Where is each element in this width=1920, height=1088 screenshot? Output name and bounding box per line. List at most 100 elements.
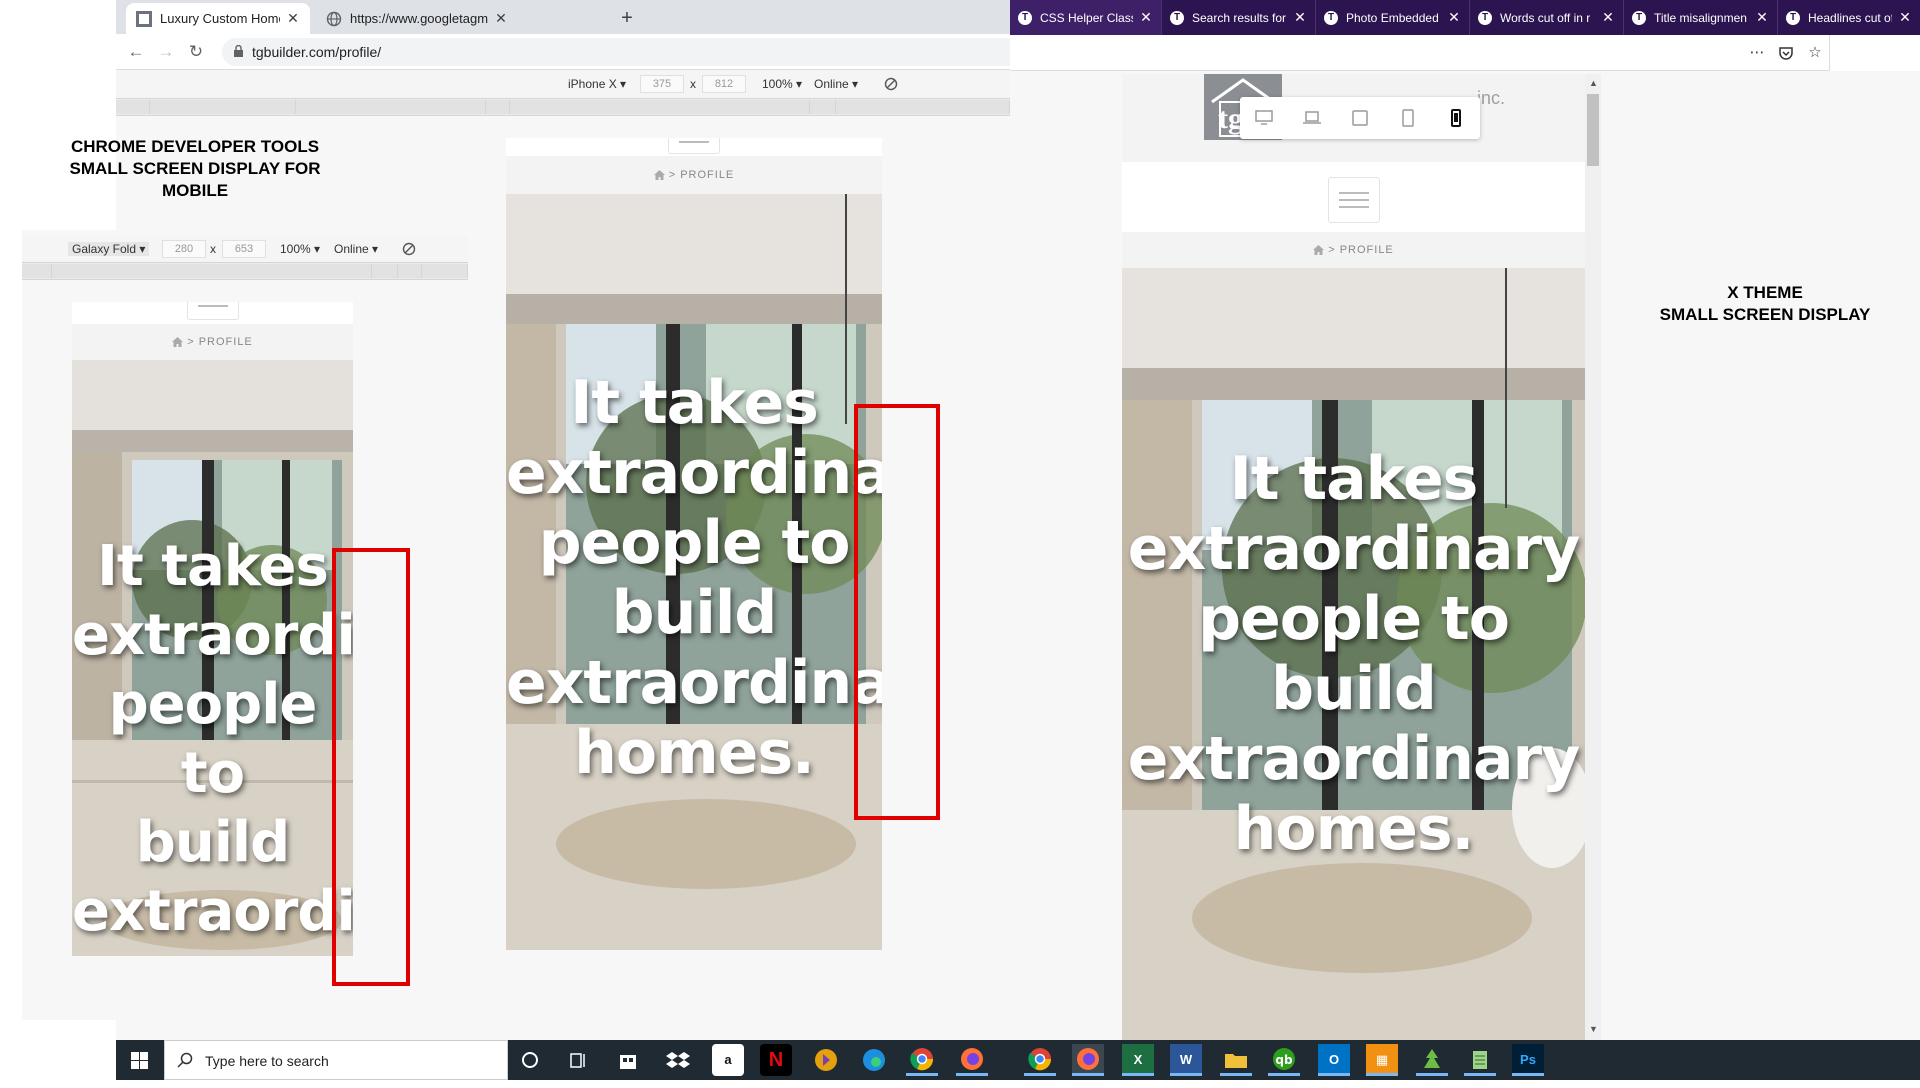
preview-scrollbar[interactable]: ▲ ▼ (1585, 74, 1601, 1040)
rotate-icon[interactable] (402, 242, 416, 256)
netflix-icon[interactable]: N (760, 1044, 792, 1076)
amazon-icon[interactable]: a (712, 1044, 744, 1076)
close-tab-icon[interactable]: ✕ (1898, 9, 1912, 26)
tab-photo-embedded[interactable]: T Photo Embedded ✕ (1316, 0, 1470, 35)
new-tab-button[interactable]: + (614, 5, 640, 31)
tab-search-results[interactable]: T Search results for ✕ (1162, 0, 1316, 35)
word-icon[interactable]: W (1170, 1044, 1202, 1076)
galaxy-network-select[interactable]: Online ▾ (334, 242, 378, 256)
windows-taskbar: Type here to search a N X W qb O ▦ Ps (0, 1040, 1920, 1080)
close-tab-icon[interactable]: ✕ (1755, 9, 1769, 26)
galaxy-fold-toolbar: Galaxy Fold ▾ 280 x 653 100% ▾ Online ▾ (22, 236, 468, 262)
app-orange-icon[interactable]: ▦ (1366, 1044, 1398, 1076)
galaxy-media-bar (22, 262, 468, 280)
cutoff-highlight-fold (332, 548, 410, 986)
menu-icon[interactable] (1327, 177, 1380, 223)
forward-icon[interactable]: → (156, 42, 176, 62)
back-icon[interactable]: ← (126, 42, 146, 62)
edge-icon[interactable] (858, 1044, 890, 1076)
home-icon[interactable] (653, 170, 665, 181)
close-tab-icon[interactable]: ✕ (1447, 9, 1461, 26)
outlook-icon[interactable]: O (1318, 1044, 1350, 1076)
close-tab-icon[interactable]: ✕ (1293, 9, 1307, 26)
task-view-icon[interactable] (562, 1044, 594, 1076)
tablet-portrait-view-button[interactable] (1384, 97, 1432, 139)
scroll-thumb[interactable] (1587, 94, 1599, 166)
galaxy-height-input[interactable]: 653 (222, 240, 266, 258)
tablet-portrait-icon (1402, 109, 1414, 127)
plex-icon[interactable] (810, 1044, 842, 1076)
tab-title-misalignment[interactable]: T Title misalignmen ✕ (1624, 0, 1778, 35)
dropbox-icon[interactable] (662, 1044, 694, 1076)
home-icon[interactable] (172, 337, 184, 348)
scroll-up-icon[interactable]: ▲ (1589, 78, 1598, 88)
hero-headline: It takes extraordinar people to build ex… (506, 368, 882, 788)
windows-icon (131, 1052, 148, 1069)
width-input[interactable]: 375 (640, 75, 684, 93)
url-text: tgbuilder.com/profile/ (252, 44, 382, 60)
excel-icon[interactable]: X (1122, 1044, 1154, 1076)
more-options-icon[interactable]: ⋯ (1748, 44, 1766, 62)
chrome-icon[interactable] (906, 1044, 938, 1076)
logo-text: inc. (1477, 88, 1506, 108)
menu-icon[interactable] (668, 138, 720, 154)
tab-title: https://www.googletagmanager. (350, 11, 488, 26)
bookmark-star-icon[interactable]: ☆ (1806, 44, 1824, 62)
breadcrumb-profile[interactable]: PROFILE (680, 169, 734, 181)
url-field[interactable]: tgbuilder.com/profile/ (222, 38, 1010, 66)
quickbooks-icon[interactable]: qb (1268, 1044, 1300, 1076)
tab-headlines-cut-off[interactable]: T Headlines cut off ✕ (1778, 0, 1920, 35)
galaxy-device-select[interactable]: Galaxy Fold ▾ (68, 242, 150, 256)
device-select[interactable]: iPhone X ▾ (568, 77, 626, 91)
app-green-icon[interactable] (1416, 1044, 1448, 1076)
tab-googletagmanager[interactable]: https://www.googletagmanager. ✕ (316, 3, 518, 34)
home-icon[interactable] (1313, 245, 1325, 256)
photoshop-icon[interactable]: Ps (1512, 1044, 1544, 1076)
tab-words-cut-off[interactable]: T Words cut off in r ✕ (1470, 0, 1624, 35)
notepad-icon[interactable] (1464, 1044, 1496, 1076)
tab-title: Luxury Custom Home Constructi (160, 11, 280, 26)
galaxy-width-input[interactable]: 280 (162, 240, 206, 258)
firefox-icon[interactable] (956, 1044, 988, 1076)
rotate-icon[interactable] (884, 77, 898, 91)
firefox-icon-2[interactable] (1072, 1044, 1104, 1076)
scroll-down-icon[interactable]: ▼ (1589, 1024, 1598, 1034)
pocket-icon[interactable] (1778, 45, 1794, 61)
x-theme-phone: tg inc. > PROFILE It takes extraordinary… (1122, 74, 1585, 1040)
cutoff-highlight-iphone (854, 404, 940, 820)
site-favicon (136, 10, 152, 27)
breadcrumb-profile[interactable]: PROFILE (1340, 244, 1394, 256)
cortana-icon[interactable] (514, 1044, 546, 1076)
close-tab-icon[interactable]: ✕ (286, 10, 300, 27)
site-header (506, 138, 882, 156)
lock-icon (234, 45, 243, 57)
desktop-view-button[interactable] (1240, 97, 1288, 139)
desktop-icon (1255, 110, 1273, 125)
network-select[interactable]: Online ▾ (814, 77, 858, 91)
galaxy-zoom-select[interactable]: 100% ▾ (280, 242, 320, 256)
close-tab-icon[interactable]: ✕ (1139, 9, 1153, 26)
themeco-icon: T (1170, 10, 1184, 25)
tablet-landscape-view-button[interactable] (1336, 97, 1384, 139)
close-tab-icon[interactable]: ✕ (1601, 9, 1615, 26)
themeco-icon: T (1018, 10, 1032, 25)
start-button[interactable] (116, 1040, 164, 1080)
file-explorer-icon[interactable] (1220, 1044, 1252, 1076)
mobile-view-button[interactable] (1432, 97, 1480, 139)
tab-css-helper[interactable]: T CSS Helper Classe ✕ (1010, 0, 1162, 35)
laptop-view-button[interactable] (1288, 97, 1336, 139)
tab-luxury-home[interactable]: Luxury Custom Home Constructi ✕ (126, 3, 310, 34)
taskbar-blank (0, 1040, 116, 1080)
reload-icon[interactable]: ↻ (186, 42, 206, 62)
chrome-icon-2[interactable] (1024, 1044, 1056, 1076)
breadcrumb-profile[interactable]: PROFILE (199, 336, 253, 348)
taskbar-search[interactable]: Type here to search (164, 1040, 508, 1080)
zoom-select[interactable]: 100% ▾ (762, 77, 802, 91)
chrome-tab-strip: Luxury Custom Home Constructi ✕ https://… (116, 0, 1010, 34)
store-icon[interactable] (612, 1044, 644, 1076)
menu-icon[interactable] (186, 302, 239, 320)
device-toolbar: iPhone X ▾ 375 x 812 100% ▾ Online ▾ (116, 70, 1010, 98)
close-tab-icon[interactable]: ✕ (494, 10, 508, 27)
iphone-x-phone: > PROFILE It takes extraordinar people t… (506, 138, 882, 950)
height-input[interactable]: 812 (702, 75, 746, 93)
